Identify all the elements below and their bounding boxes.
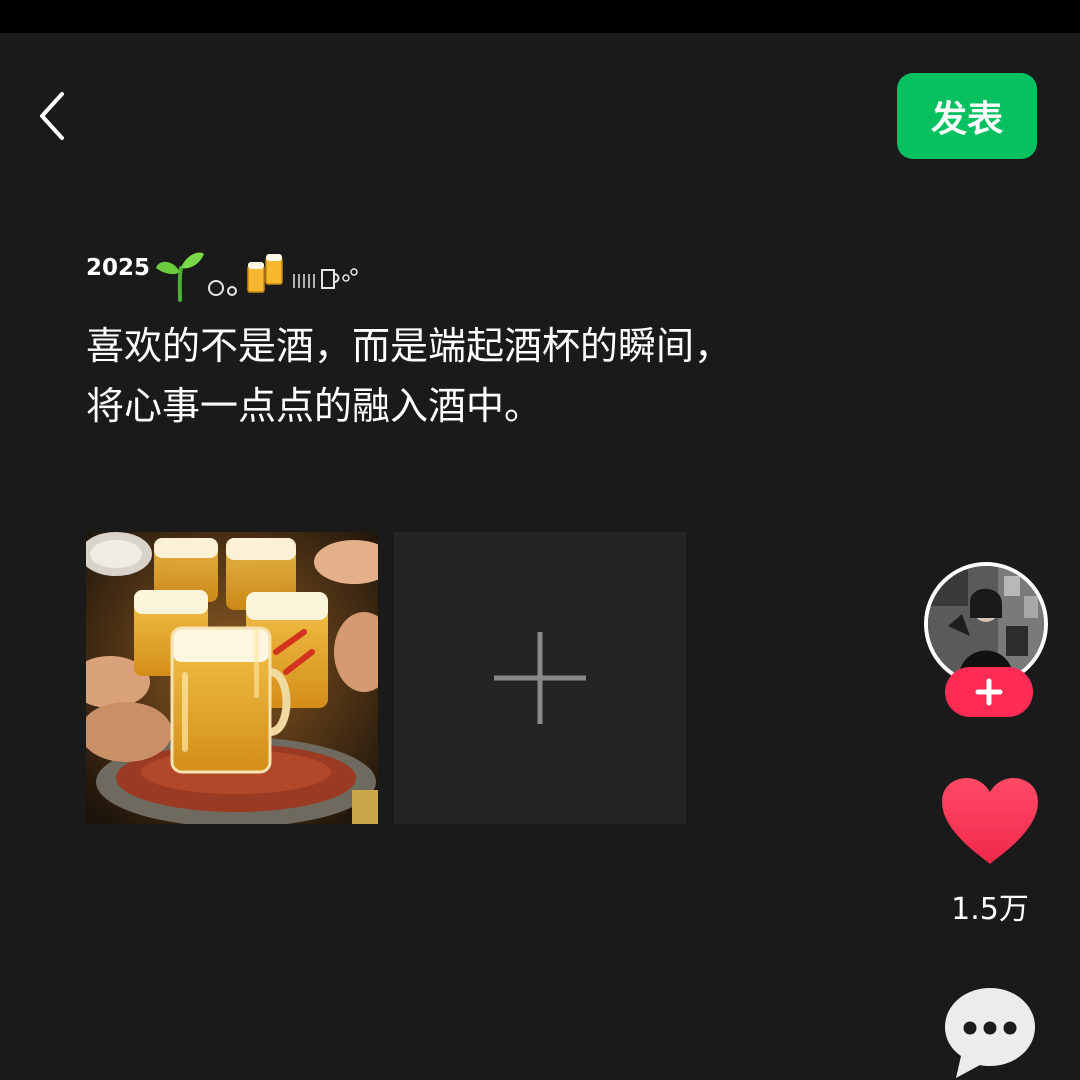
like-button[interactable] bbox=[940, 776, 1040, 868]
avatar-photo bbox=[928, 566, 1044, 682]
follow-button[interactable] bbox=[945, 667, 1033, 717]
bubbles-stripes-icon bbox=[293, 268, 358, 289]
post-editor-screen: 发表 2025 喜欢的不是酒，而是端起酒杯的瞬间， 将心事一点点的融入酒中。 1… bbox=[0, 0, 1080, 1080]
status-bar bbox=[0, 0, 1080, 33]
sprout-icon bbox=[156, 252, 205, 302]
chevron-left-icon bbox=[40, 92, 64, 140]
bubbles-icon bbox=[208, 280, 238, 296]
plus-icon bbox=[975, 678, 1003, 706]
add-media-button[interactable] bbox=[394, 532, 686, 824]
photo-thumbnail[interactable] bbox=[86, 532, 378, 824]
media-row bbox=[86, 532, 686, 824]
heart-icon bbox=[942, 778, 1038, 864]
post-text-line-2: 将心事一点点的融入酒中。 bbox=[86, 384, 543, 428]
post-text[interactable]: 喜欢的不是酒，而是端起酒杯的瞬间， 将心事一点点的融入酒中。 bbox=[86, 316, 886, 436]
back-button[interactable] bbox=[30, 88, 80, 144]
plus-icon bbox=[494, 632, 586, 724]
comment-bubble-icon bbox=[945, 988, 1035, 1078]
publish-button[interactable]: 发表 bbox=[897, 73, 1037, 159]
like-count: 1.5万 bbox=[951, 892, 1029, 927]
post-year: 2025 bbox=[86, 255, 151, 281]
beer-toast-photo bbox=[86, 532, 378, 824]
clinking-beer-mugs-icon bbox=[247, 254, 283, 293]
post-header-line: 2025 bbox=[86, 248, 368, 302]
comment-button[interactable] bbox=[942, 986, 1038, 1080]
post-text-line-1: 喜欢的不是酒，而是端起酒杯的瞬间， bbox=[86, 324, 733, 368]
